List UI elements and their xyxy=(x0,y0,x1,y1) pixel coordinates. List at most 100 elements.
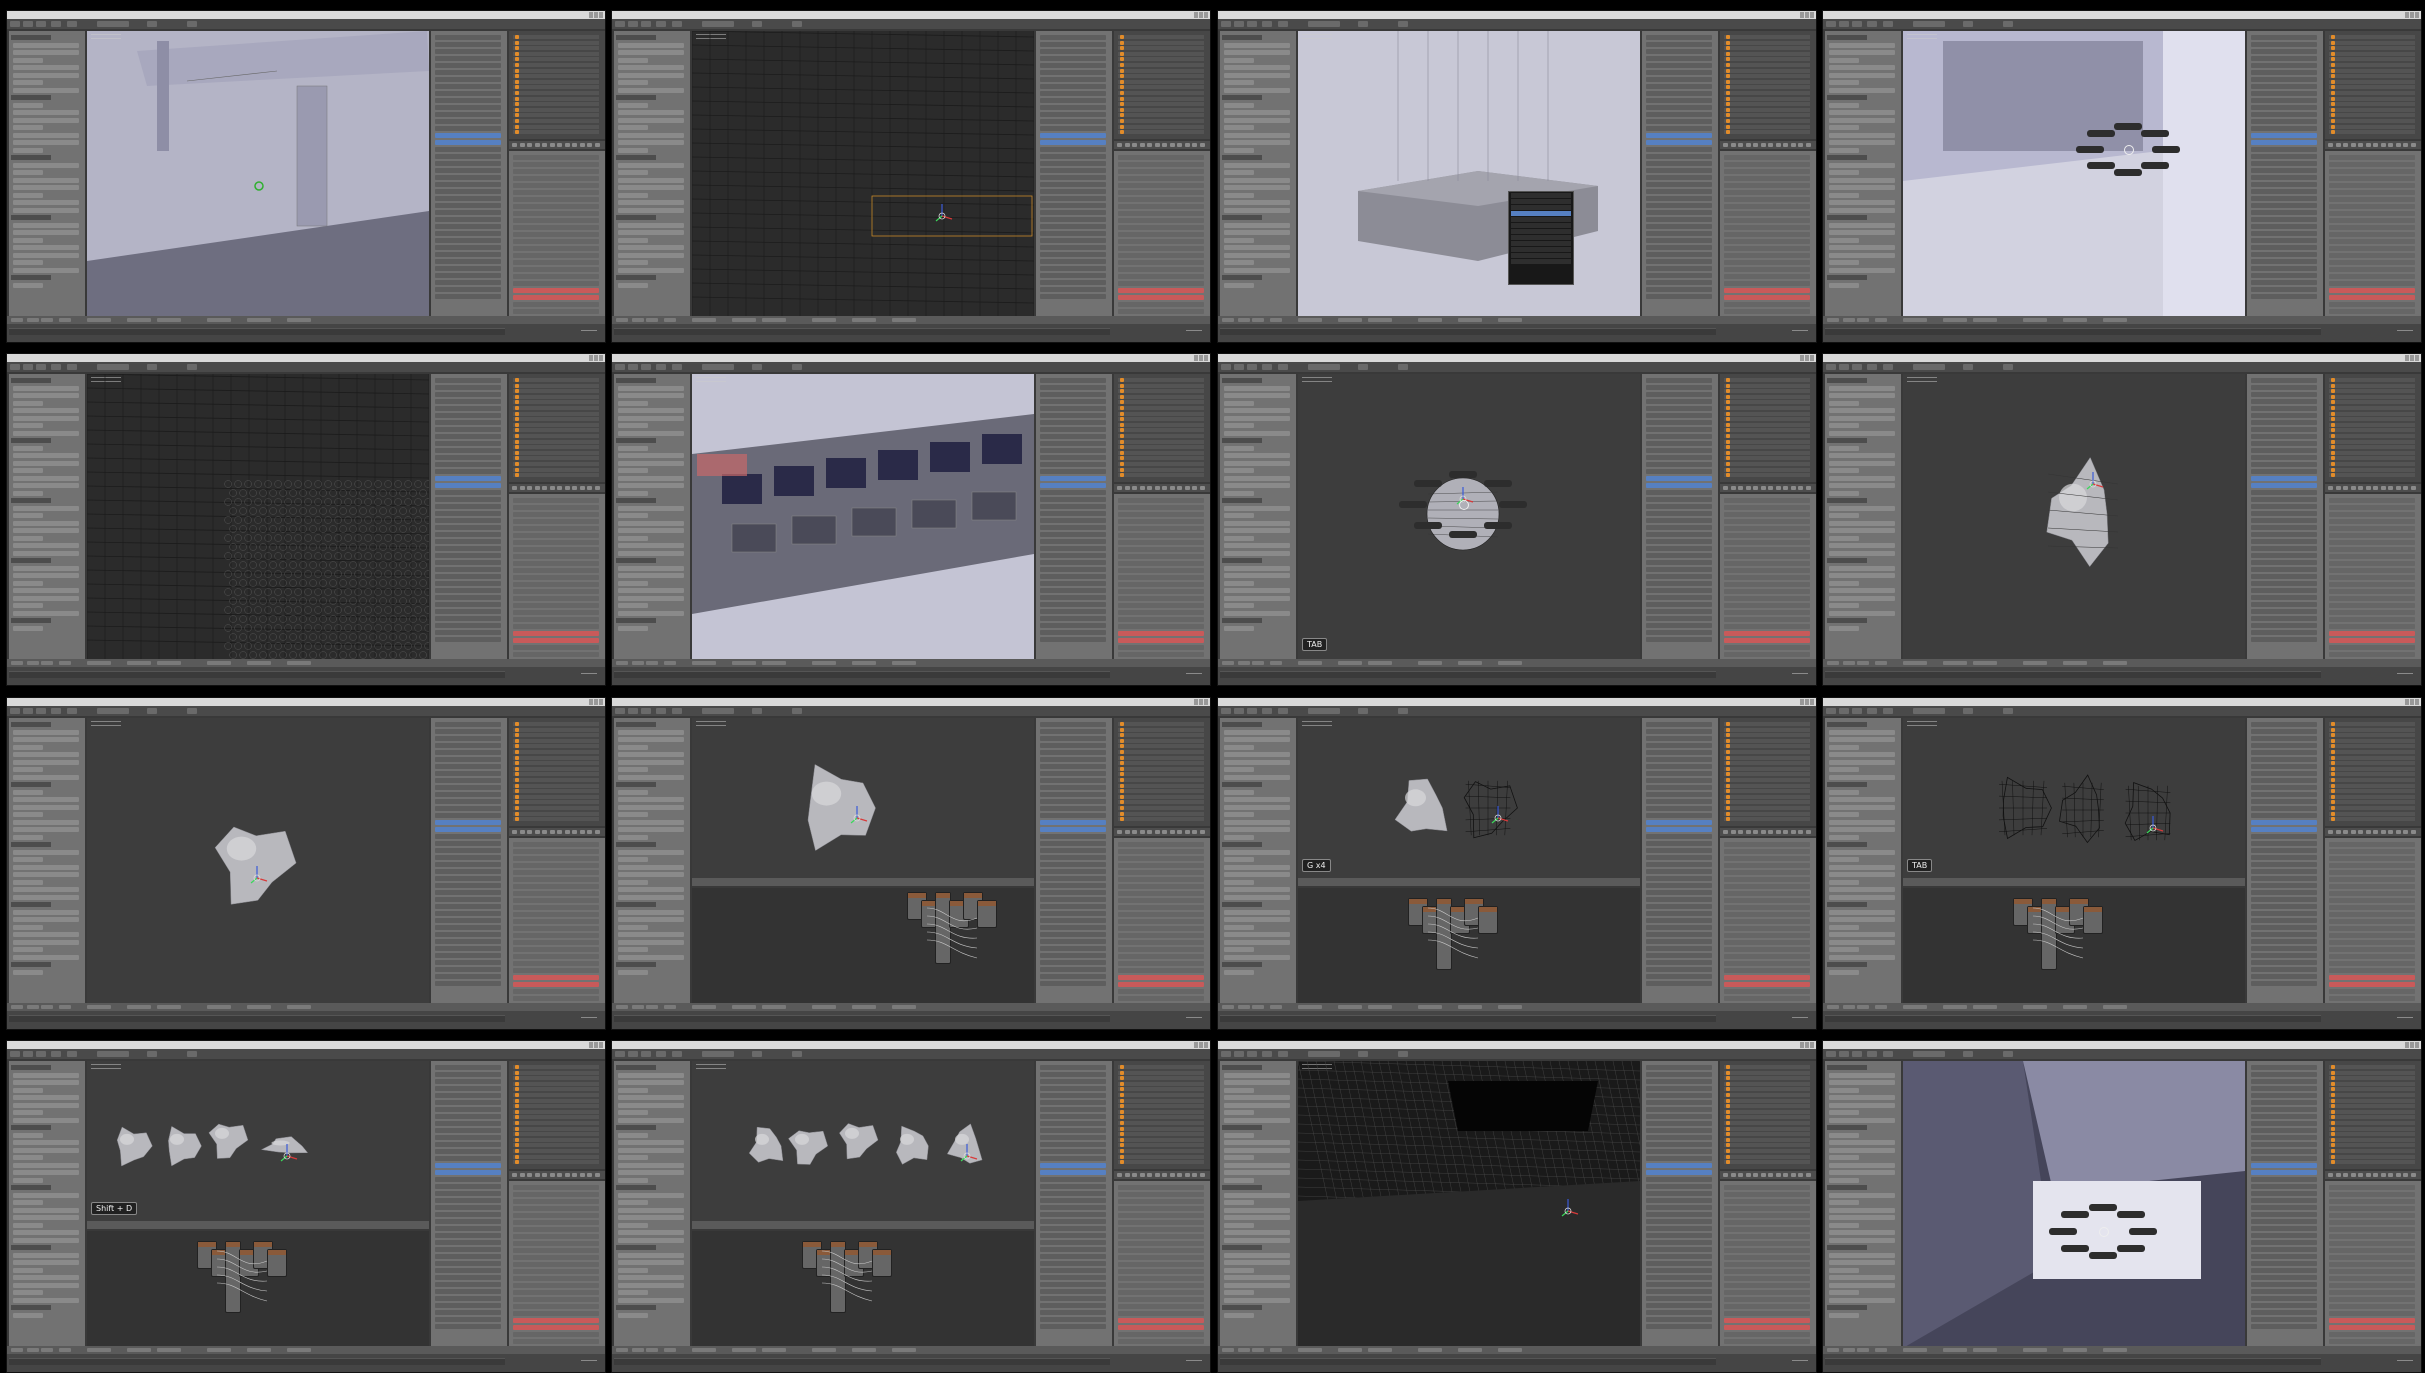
header-button[interactable] xyxy=(41,661,53,665)
tool-button[interactable] xyxy=(1829,1200,1859,1205)
property-tab-icon[interactable] xyxy=(1177,1173,1182,1177)
outliner-item[interactable] xyxy=(1724,40,1810,45)
tool-button[interactable] xyxy=(1224,468,1254,473)
tool-button[interactable] xyxy=(13,1237,79,1243)
property-field[interactable] xyxy=(1646,897,1712,902)
property-tab-icon[interactable] xyxy=(1154,830,1160,834)
property-field[interactable] xyxy=(2251,595,2317,600)
tool-button[interactable] xyxy=(13,237,43,243)
property-field[interactable] xyxy=(2251,778,2317,783)
property-tab-icon[interactable] xyxy=(557,830,562,834)
material-field[interactable] xyxy=(513,1325,599,1330)
tool-button[interactable] xyxy=(13,588,79,593)
header-button[interactable] xyxy=(632,1348,644,1352)
tool-button[interactable] xyxy=(1224,80,1254,85)
header-button[interactable] xyxy=(616,318,628,322)
property-tab-icon[interactable] xyxy=(2335,486,2341,490)
property-field[interactable] xyxy=(2251,434,2317,439)
outliner-item[interactable] xyxy=(1118,738,1204,743)
material-field[interactable] xyxy=(513,989,599,994)
property-field[interactable] xyxy=(2251,140,2317,145)
material-field[interactable] xyxy=(2329,961,2415,966)
property-field[interactable] xyxy=(1646,476,1712,481)
outliner-item[interactable] xyxy=(513,462,599,466)
tool-button[interactable] xyxy=(618,789,648,795)
tool-button[interactable] xyxy=(618,849,684,855)
property-tab-icon[interactable] xyxy=(1132,143,1137,147)
header-button[interactable] xyxy=(1973,318,1997,322)
property-tab-icon[interactable] xyxy=(549,143,555,147)
property-field[interactable] xyxy=(1040,960,1106,965)
property-tab-icon[interactable] xyxy=(1775,830,1781,834)
material-field[interactable] xyxy=(513,155,599,160)
material-field[interactable] xyxy=(2329,1318,2415,1323)
tool-button[interactable] xyxy=(1224,932,1290,937)
property-field[interactable] xyxy=(1646,1163,1712,1168)
property-field[interactable] xyxy=(1646,1254,1712,1259)
property-tab-icon[interactable] xyxy=(2380,1173,2386,1177)
property-field[interactable] xyxy=(1646,1324,1712,1329)
property-tab-icon[interactable] xyxy=(1199,830,1205,834)
outliner-item[interactable] xyxy=(1118,40,1204,45)
header-button[interactable] xyxy=(1222,1348,1234,1352)
tool-button[interactable] xyxy=(618,1237,684,1243)
property-tab-icon[interactable] xyxy=(1745,1173,1751,1177)
header-button[interactable] xyxy=(1222,318,1234,322)
tool-button[interactable] xyxy=(1829,819,1895,825)
property-tab-icon[interactable] xyxy=(549,486,555,490)
outliner-item[interactable] xyxy=(1724,96,1810,101)
property-field[interactable] xyxy=(1040,147,1106,152)
window-controls[interactable] xyxy=(1800,12,1814,18)
timeline[interactable] xyxy=(7,324,605,342)
property-field[interactable] xyxy=(1040,189,1106,194)
header-button[interactable] xyxy=(1943,661,1967,665)
property-tab-icon[interactable] xyxy=(572,143,577,147)
material-field[interactable] xyxy=(1724,288,1810,293)
property-field[interactable] xyxy=(435,378,501,383)
property-field[interactable] xyxy=(2251,736,2317,741)
outliner-item[interactable] xyxy=(1118,445,1204,450)
node-editor[interactable] xyxy=(87,1231,429,1346)
property-field[interactable] xyxy=(1040,406,1106,411)
header-button[interactable] xyxy=(762,1348,786,1352)
material-field[interactable] xyxy=(513,898,599,903)
property-field[interactable] xyxy=(1040,764,1106,769)
material-field[interactable] xyxy=(513,1199,599,1204)
tool-button[interactable] xyxy=(13,132,79,138)
property-field[interactable] xyxy=(1646,946,1712,951)
property-tab-icon[interactable] xyxy=(1783,830,1788,834)
property-field[interactable] xyxy=(1040,287,1106,292)
tool-button[interactable] xyxy=(618,595,684,601)
outliner-item[interactable] xyxy=(513,1137,599,1142)
outliner-item[interactable] xyxy=(2329,811,2415,816)
menu-item[interactable] xyxy=(1913,21,1945,27)
material-field[interactable] xyxy=(2329,211,2415,216)
tool-button[interactable] xyxy=(618,475,684,481)
tool-button[interactable] xyxy=(618,1140,684,1145)
tool-button[interactable] xyxy=(618,282,648,288)
property-tab-icon[interactable] xyxy=(534,830,540,834)
tool-button[interactable] xyxy=(618,393,684,398)
property-field[interactable] xyxy=(1040,1107,1106,1112)
property-tab-icon[interactable] xyxy=(1775,1173,1781,1177)
header-button[interactable] xyxy=(127,318,151,322)
tool-button[interactable] xyxy=(1829,453,1895,458)
material-field[interactable] xyxy=(1724,225,1810,230)
property-field[interactable] xyxy=(435,960,501,965)
outliner-item[interactable] xyxy=(2329,422,2415,427)
material-field[interactable] xyxy=(1724,884,1810,889)
tool-button[interactable] xyxy=(618,483,684,488)
tool-button[interactable] xyxy=(13,550,79,556)
menu-item[interactable] xyxy=(1883,1051,1893,1057)
material-field[interactable] xyxy=(2329,176,2415,181)
tool-button[interactable] xyxy=(13,162,79,168)
property-field[interactable] xyxy=(1646,105,1712,110)
tool-button[interactable] xyxy=(13,483,79,488)
property-tab-icon[interactable] xyxy=(1753,830,1758,834)
tool-button[interactable] xyxy=(13,1087,43,1093)
outliner-item[interactable] xyxy=(1118,1104,1204,1109)
property-tab-icon[interactable] xyxy=(1177,830,1182,834)
property-field[interactable] xyxy=(2251,56,2317,61)
outliner-item[interactable] xyxy=(1118,96,1204,101)
tool-button[interactable] xyxy=(618,140,684,145)
